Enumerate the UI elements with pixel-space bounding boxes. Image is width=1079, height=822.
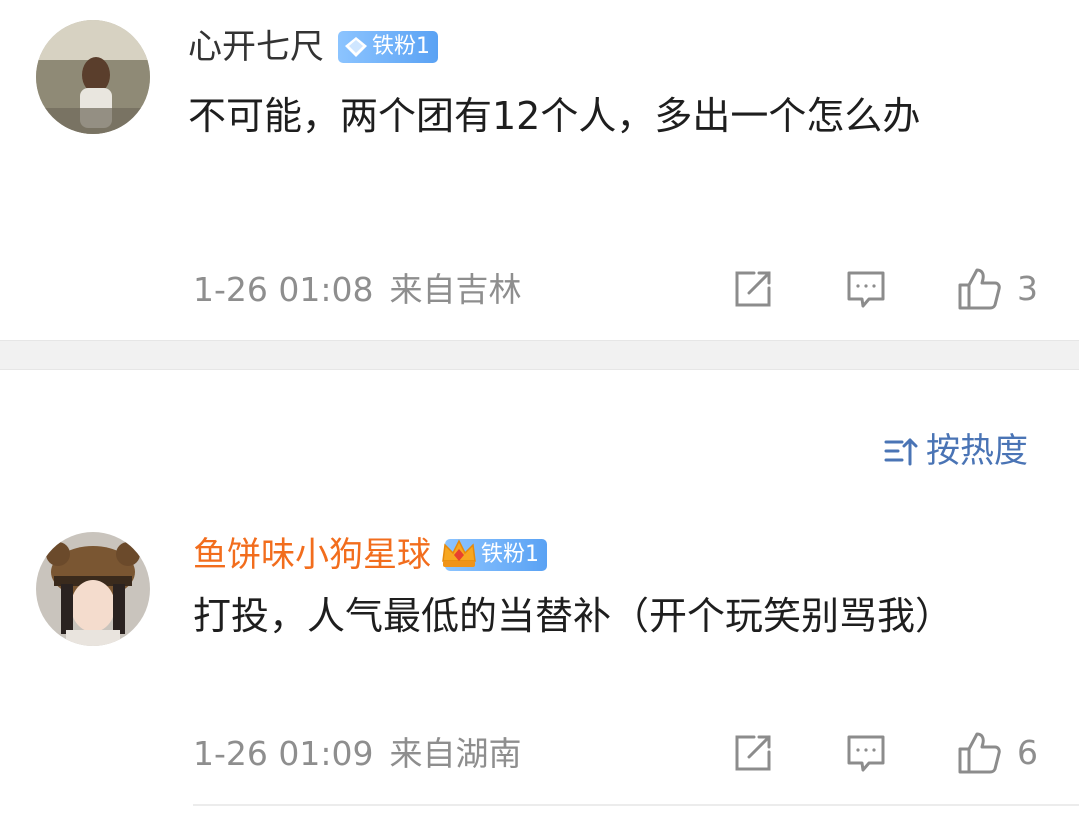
like-count: 3 [1017,269,1038,308]
avatar[interactable] [36,20,150,134]
share-button[interactable] [732,268,774,310]
username[interactable]: 心开七尺 [188,27,324,67]
like-button[interactable]: 6 [957,730,1038,776]
comment-icon [847,735,885,772]
thumbs-up-icon [958,268,1001,310]
thumbs-up-icon [958,732,1001,774]
reply-button[interactable] [845,268,887,310]
share-icon [735,271,771,307]
comment-separator [193,804,1079,806]
crown-icon [442,539,476,567]
like-count: 6 [1017,733,1038,772]
comment-item: 鱼饼味小狗星球 铁粉1 打投，人气最低的当替补（开个玩笑别骂我） 1-26 01… [0,490,1079,822]
username[interactable]: 鱼饼味小狗星球 [193,535,431,575]
section-divider [0,340,1079,370]
comment-time: 1-26 01:09 [193,734,374,773]
like-button[interactable]: 3 [957,266,1038,312]
sort-button[interactable]: 按热度 [884,431,1028,471]
badge-label: 铁粉1 [481,542,539,567]
badge-label: 铁粉1 [372,34,430,59]
comment-time: 1-26 01:08 [193,270,374,309]
sort-label: 按热度 [926,431,1028,471]
sort-icon [884,438,918,466]
diamond-icon [345,37,367,57]
comment-item: 心开七尺 铁粉1 不可能，两个团有12个人，多出一个怎么办 1-26 01:08… [0,0,1079,340]
fan-badge[interactable]: 铁粉1 [338,31,438,63]
comment-icon [847,271,885,308]
share-icon [735,735,771,771]
fan-badge[interactable]: 铁粉1 [442,539,547,571]
comment-text: 不可能，两个团有12个人，多出一个怎么办 [188,94,921,138]
comment-text: 打投，人气最低的当替补（开个玩笑别骂我） [193,594,954,638]
comment-location: 来自吉林 [389,270,522,309]
avatar[interactable] [36,532,150,646]
share-button[interactable] [732,732,774,774]
comment-location: 来自湖南 [389,734,522,773]
reply-button[interactable] [845,732,887,774]
